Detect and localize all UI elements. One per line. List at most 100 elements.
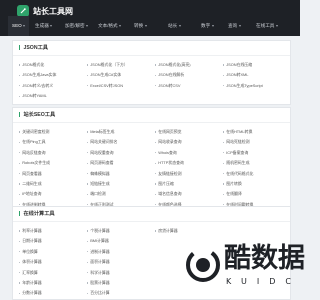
chevron-down-icon (275, 24, 278, 27)
tool-link[interactable]: 端口检测 (87, 189, 153, 199)
tool-link[interactable]: JSON格式化（下方） (87, 60, 153, 70)
tool-link[interactable]: 进制计算器 (87, 247, 153, 257)
tool-link[interactable]: 网站收录查询 (155, 137, 221, 147)
tool-link[interactable]: IP地址查询 (19, 189, 85, 199)
tool-link[interactable]: 分数计算器 (19, 288, 85, 298)
tool-link[interactable]: HTTP状态查询 (155, 158, 221, 168)
tool-link[interactable]: 友情链接检测 (155, 169, 221, 179)
tool-link[interactable]: 在线Ping工具 (19, 137, 85, 147)
tool-link[interactable]: JSON生成C#实体 (87, 70, 153, 80)
tool-link[interactable]: JSON转YAML (19, 91, 85, 101)
tool-link-label: 随机密码生成 (226, 160, 250, 166)
tool-link[interactable]: 图片压缩 (155, 179, 221, 189)
tool-link[interactable]: 年龄计算器 (19, 278, 85, 288)
menu-item[interactable]: SEO (8, 16, 30, 36)
tool-link[interactable]: 短链接生成 (87, 179, 153, 189)
tool-link[interactable]: JSON生成TypeScript (223, 81, 289, 91)
tool-link-label: 图片压缩 (158, 180, 174, 186)
tool-link[interactable]: JSON转XML (223, 70, 289, 80)
tool-link[interactable]: JSON在线解析 (155, 70, 221, 80)
tool-link-label: 网站权重查询 (90, 149, 114, 155)
bullet-icon (155, 172, 157, 175)
tool-link[interactable]: 单位换算 (19, 247, 85, 257)
tool-link[interactable]: 网页查看器 (19, 169, 85, 179)
menu-item[interactable]: 加密/解密 (65, 16, 89, 36)
tool-link[interactable]: 日期计算器 (19, 236, 85, 246)
tool-link[interactable]: 房贷计算器 (155, 226, 221, 236)
tool-link[interactable]: 在线网页预览 (155, 127, 221, 137)
menu-item[interactable]: 站长 (168, 16, 181, 36)
bullet-icon (19, 271, 21, 274)
tool-link[interactable]: JSON在线压缩 (223, 60, 289, 70)
tool-link[interactable]: 二维码生成 (19, 179, 85, 189)
menu-item[interactable]: 生成器 (35, 16, 53, 36)
menu-item[interactable]: 查询 (228, 16, 241, 36)
bullet-icon (19, 251, 21, 253)
menu-item[interactable]: 转换 (134, 16, 147, 36)
tool-row: JSON生成Java实体 JSON生成C#实体 JSON在线解析 JSON转XML (13, 70, 290, 80)
tool-link-label: 网站收录查询 (158, 139, 182, 145)
tool-link[interactable]: Whois查询 (155, 148, 221, 158)
tool-link[interactable]: 在线代码格式化 (223, 169, 289, 179)
tool-link-label: 二维码生成 (22, 180, 42, 186)
bullet-icon (19, 230, 21, 232)
tool-link[interactable]: 网站权重查询 (87, 148, 153, 158)
bullet-icon (19, 261, 21, 263)
tool-link[interactable]: 网站关键词排名 (87, 137, 153, 147)
tool-link[interactable]: 个税计算器 (87, 226, 153, 236)
bullet-icon (87, 193, 89, 195)
tool-link[interactable]: 网页源码查看 (87, 158, 153, 168)
bullet-icon (87, 85, 89, 87)
tool-row: Robots文件生成 网页源码查看 HTTP状态查询 随机密码生成 (13, 158, 290, 168)
tool-link-label: 股票计算器 (90, 279, 110, 285)
menu-item[interactable]: 数字 (201, 16, 214, 36)
tool-link[interactable]: Excel/CSV转JSON (87, 81, 153, 91)
tool-link[interactable]: Meta标签生成 (87, 127, 153, 137)
tool-link[interactable]: 蜘蛛模拟器 (87, 169, 153, 179)
tool-link-label: ICP备案查询 (226, 149, 249, 155)
tool-link-label: Whois查询 (158, 149, 177, 155)
tool-link-label: JSON格式化(高亮) (158, 62, 191, 67)
tool-link[interactable]: JSON转义/去转义 (19, 81, 85, 91)
tool-link[interactable]: 在线HTML转换 (223, 127, 289, 137)
tool-link-label: JSON生成Java实体 (22, 72, 57, 78)
tool-link[interactable]: 百分比计算 (87, 288, 153, 298)
tool-link[interactable]: 利率计算器 (19, 226, 85, 236)
tool-link[interactable]: 股票计算器 (87, 278, 153, 288)
bullet-icon (223, 162, 225, 164)
tool-link[interactable]: JSON转CSV (155, 81, 221, 91)
tool-link[interactable]: 域名信息查询 (155, 189, 221, 199)
tool-link[interactable]: JSON生成Java实体 (19, 70, 85, 80)
tool-link[interactable]: ICP备案查询 (223, 148, 289, 158)
bullet-icon (223, 85, 225, 87)
menu-item-label: 数字 (201, 23, 211, 28)
site-name: 站长工具网 (33, 6, 73, 16)
tool-link[interactable]: JSON格式化(高亮) (155, 60, 221, 70)
menu-item[interactable]: 在线工具 (256, 16, 278, 36)
tool-link[interactable]: BMI计算器 (87, 236, 153, 246)
tool-link-label: Excel/CSV转JSON (90, 82, 124, 88)
tool-link[interactable]: 网站死链检测 (223, 137, 289, 147)
tool-link-label: 网站关键词排名 (90, 139, 118, 145)
main-menu: SEO 生成器 加密/解密 文本/格式 转换 站长 数字 查询 在线工具 (0, 16, 300, 36)
tool-link[interactable]: 汇率换算 (19, 268, 85, 278)
section-title: JSON工具 (13, 41, 290, 56)
tool-link[interactable]: 体积计算器 (19, 257, 85, 267)
section-title-text: JSON工具 (23, 45, 48, 51)
tool-link[interactable]: Robots文件生成 (19, 158, 85, 168)
bullet-icon (87, 261, 89, 263)
tool-link[interactable]: 面积计算器 (87, 257, 153, 267)
tool-link[interactable]: 网站反链查询 (19, 148, 85, 158)
tool-link[interactable]: 科学计算器 (87, 268, 153, 278)
bullet-icon (19, 292, 21, 294)
tool-link-label: Meta标签生成 (90, 129, 115, 134)
tool-link[interactable]: 关键词密度检测 (19, 127, 85, 137)
tool-link[interactable]: 在线翻译 (223, 189, 289, 199)
menu-item-label: 生成器 (35, 23, 49, 28)
tool-link-label: JSON转YAML (22, 93, 47, 99)
menu-item-label: 站长 (168, 23, 178, 28)
tool-link[interactable]: JSON格式化 (19, 60, 85, 70)
tool-link[interactable]: 随机密码生成 (223, 158, 289, 168)
menu-item[interactable]: 文本/格式 (98, 16, 122, 36)
tool-link[interactable]: 图片转换 (223, 179, 289, 189)
